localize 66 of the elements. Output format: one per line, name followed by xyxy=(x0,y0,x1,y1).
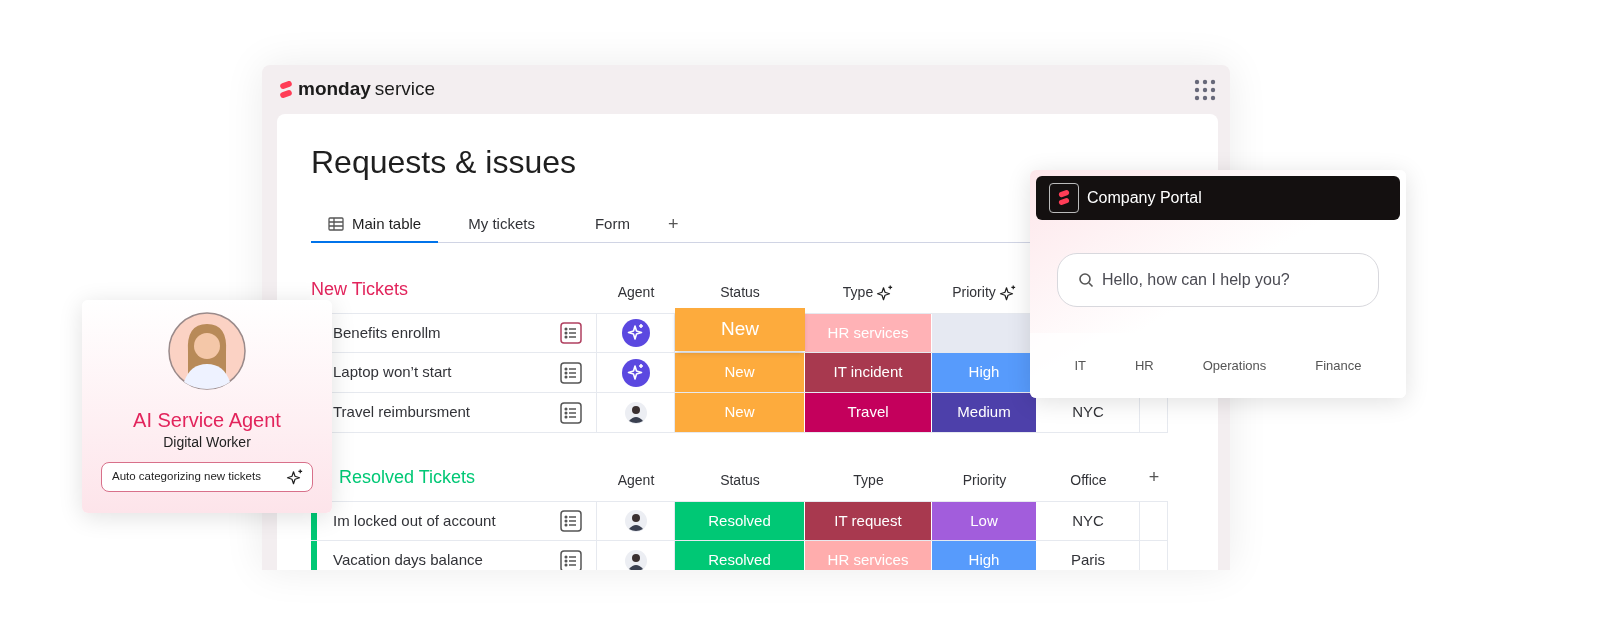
user-avatar xyxy=(624,401,647,424)
board-title: Requests & issues xyxy=(311,143,577,182)
search-field[interactable]: Hello, how can I help you? xyxy=(1057,253,1379,307)
list-icon[interactable] xyxy=(560,549,582,570)
column-header: Status xyxy=(720,283,760,302)
apps-grid-icon[interactable] xyxy=(1194,78,1216,101)
column-header: Priority xyxy=(962,471,1007,490)
sparkle-icon xyxy=(286,468,304,486)
tab[interactable]: My tickets xyxy=(438,207,565,243)
priority-label: Medium xyxy=(932,393,1037,432)
column-header: Priority xyxy=(952,283,996,302)
office-label: Paris xyxy=(1070,550,1106,570)
agent-title: AI Service Agent xyxy=(133,408,281,432)
column-header: Office xyxy=(1070,471,1107,490)
column-header: Status xyxy=(720,471,760,490)
item-name: Laptop won’t start xyxy=(333,362,452,383)
item-name: Benefits enrollm xyxy=(333,322,441,343)
tab[interactable]: Main table xyxy=(311,207,439,243)
task-label: Auto categorizing new tickets xyxy=(112,469,261,485)
priority-label: Low xyxy=(932,502,1037,540)
ai-agent-icon xyxy=(621,358,650,387)
item-name: Vacation days balance xyxy=(333,550,483,570)
group-title: Resolved Tickets xyxy=(338,466,477,489)
list-icon[interactable] xyxy=(560,361,582,384)
list-icon[interactable] xyxy=(560,401,582,424)
ai-agent-icon xyxy=(621,319,650,347)
status-label: New xyxy=(675,393,805,432)
status-label: Resolved xyxy=(675,541,805,570)
search-icon xyxy=(1078,272,1094,288)
status-label: Resolved xyxy=(675,502,805,540)
agent-subtitle: Digital Worker xyxy=(163,433,251,452)
tab[interactable]: Form xyxy=(564,207,660,243)
column-header: Agent xyxy=(617,283,655,302)
category-link[interactable]: Finance xyxy=(1315,355,1362,376)
office-label: NYC xyxy=(1072,402,1104,423)
logo-icon xyxy=(278,80,294,99)
add-tab-button[interactable]: + xyxy=(659,206,687,242)
search-input[interactable]: Hello, how can I help you? xyxy=(1102,268,1362,292)
category-link[interactable]: IT xyxy=(1074,355,1087,376)
type-label: HR services xyxy=(805,541,932,570)
column-header: Type xyxy=(842,283,874,302)
category-link[interactable]: HR xyxy=(1135,355,1154,376)
column-header: Type xyxy=(853,471,884,490)
product-name: service xyxy=(374,77,436,102)
brand-name: monday xyxy=(298,77,371,102)
type-label: IT incident xyxy=(805,353,932,392)
status-label: New xyxy=(675,308,805,351)
status-label: New xyxy=(675,353,805,392)
user-avatar xyxy=(624,510,647,532)
group-title: New Tickets xyxy=(311,278,410,301)
column-header: Agent xyxy=(617,471,655,490)
list-icon[interactable] xyxy=(560,322,582,344)
office-label: NYC xyxy=(1072,510,1104,531)
list-icon[interactable] xyxy=(560,510,582,532)
category-link[interactable]: Operations xyxy=(1202,355,1267,376)
item-name: Im locked out of account xyxy=(333,510,496,531)
priority-label: High xyxy=(932,541,1037,570)
portal-logo-icon xyxy=(1049,183,1079,213)
type-label: Travel xyxy=(805,393,932,432)
item-name: Travel reimbursment xyxy=(333,402,470,423)
user-avatar xyxy=(624,549,647,570)
portal-title: Company Portal xyxy=(1087,188,1202,208)
table-icon xyxy=(328,217,344,231)
type-label: HR services xyxy=(805,314,932,352)
type-label: IT request xyxy=(805,502,932,540)
add-column-button[interactable]: + xyxy=(1140,464,1168,501)
